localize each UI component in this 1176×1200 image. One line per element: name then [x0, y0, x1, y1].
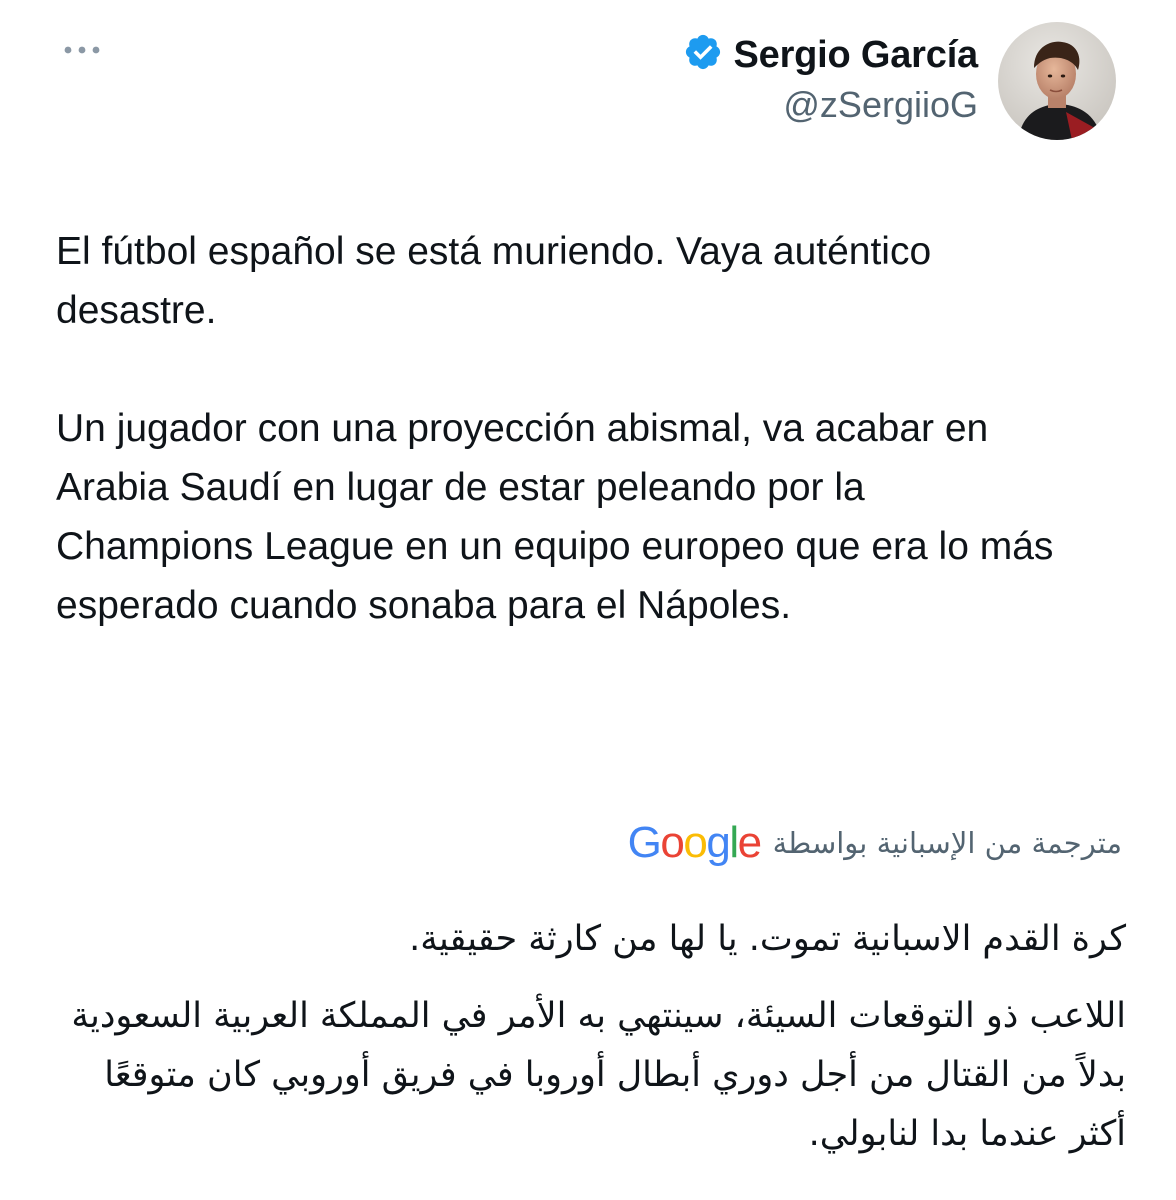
google-logo: Google [627, 818, 762, 868]
google-logo-letter: o [683, 818, 707, 867]
display-name-row[interactable]: Sergio García [683, 32, 978, 77]
tweet-author-header: Sergio García @zSergiioG [683, 22, 1116, 140]
google-logo-letter: g [706, 818, 730, 867]
translation-attribution[interactable]: مترجمة من الإسبانية بواسطة Google [628, 818, 1122, 868]
verified-badge-icon [683, 32, 723, 77]
google-logo-letter: l [729, 818, 739, 867]
google-logo-letter: G [627, 818, 662, 867]
translated-by-label: مترجمة من الإسبانية بواسطة [772, 826, 1122, 860]
author-handle[interactable]: @zSergiioG [783, 81, 978, 129]
tweet-paragraph: El fútbol español se está muriendo. Vaya… [56, 230, 932, 332]
author-names: Sergio García @zSergiioG [683, 22, 978, 129]
translation-paragraph: اللاعب ذو التوقعات السيئة، سينتهي به الأ… [71, 996, 1126, 1154]
translated-text: كرة القدم الاسبانية تموت. يا لها من كارث… [46, 910, 1126, 1164]
google-logo-letter: o [660, 818, 684, 867]
google-logo-letter: e [737, 818, 762, 867]
translation-paragraph: كرة القدم الاسبانية تموت. يا لها من كارث… [409, 919, 1126, 959]
avatar[interactable] [998, 22, 1116, 140]
more-options-button[interactable] [58, 36, 106, 66]
more-horizontal-icon [63, 42, 101, 60]
profile-photo [998, 22, 1116, 140]
tweet-paragraph: Un jugador con una proyección abismal, v… [56, 407, 1054, 627]
tweet-body: El fútbol español se está muriendo. Vaya… [56, 222, 1056, 635]
author-display-name[interactable]: Sergio García [733, 33, 978, 77]
